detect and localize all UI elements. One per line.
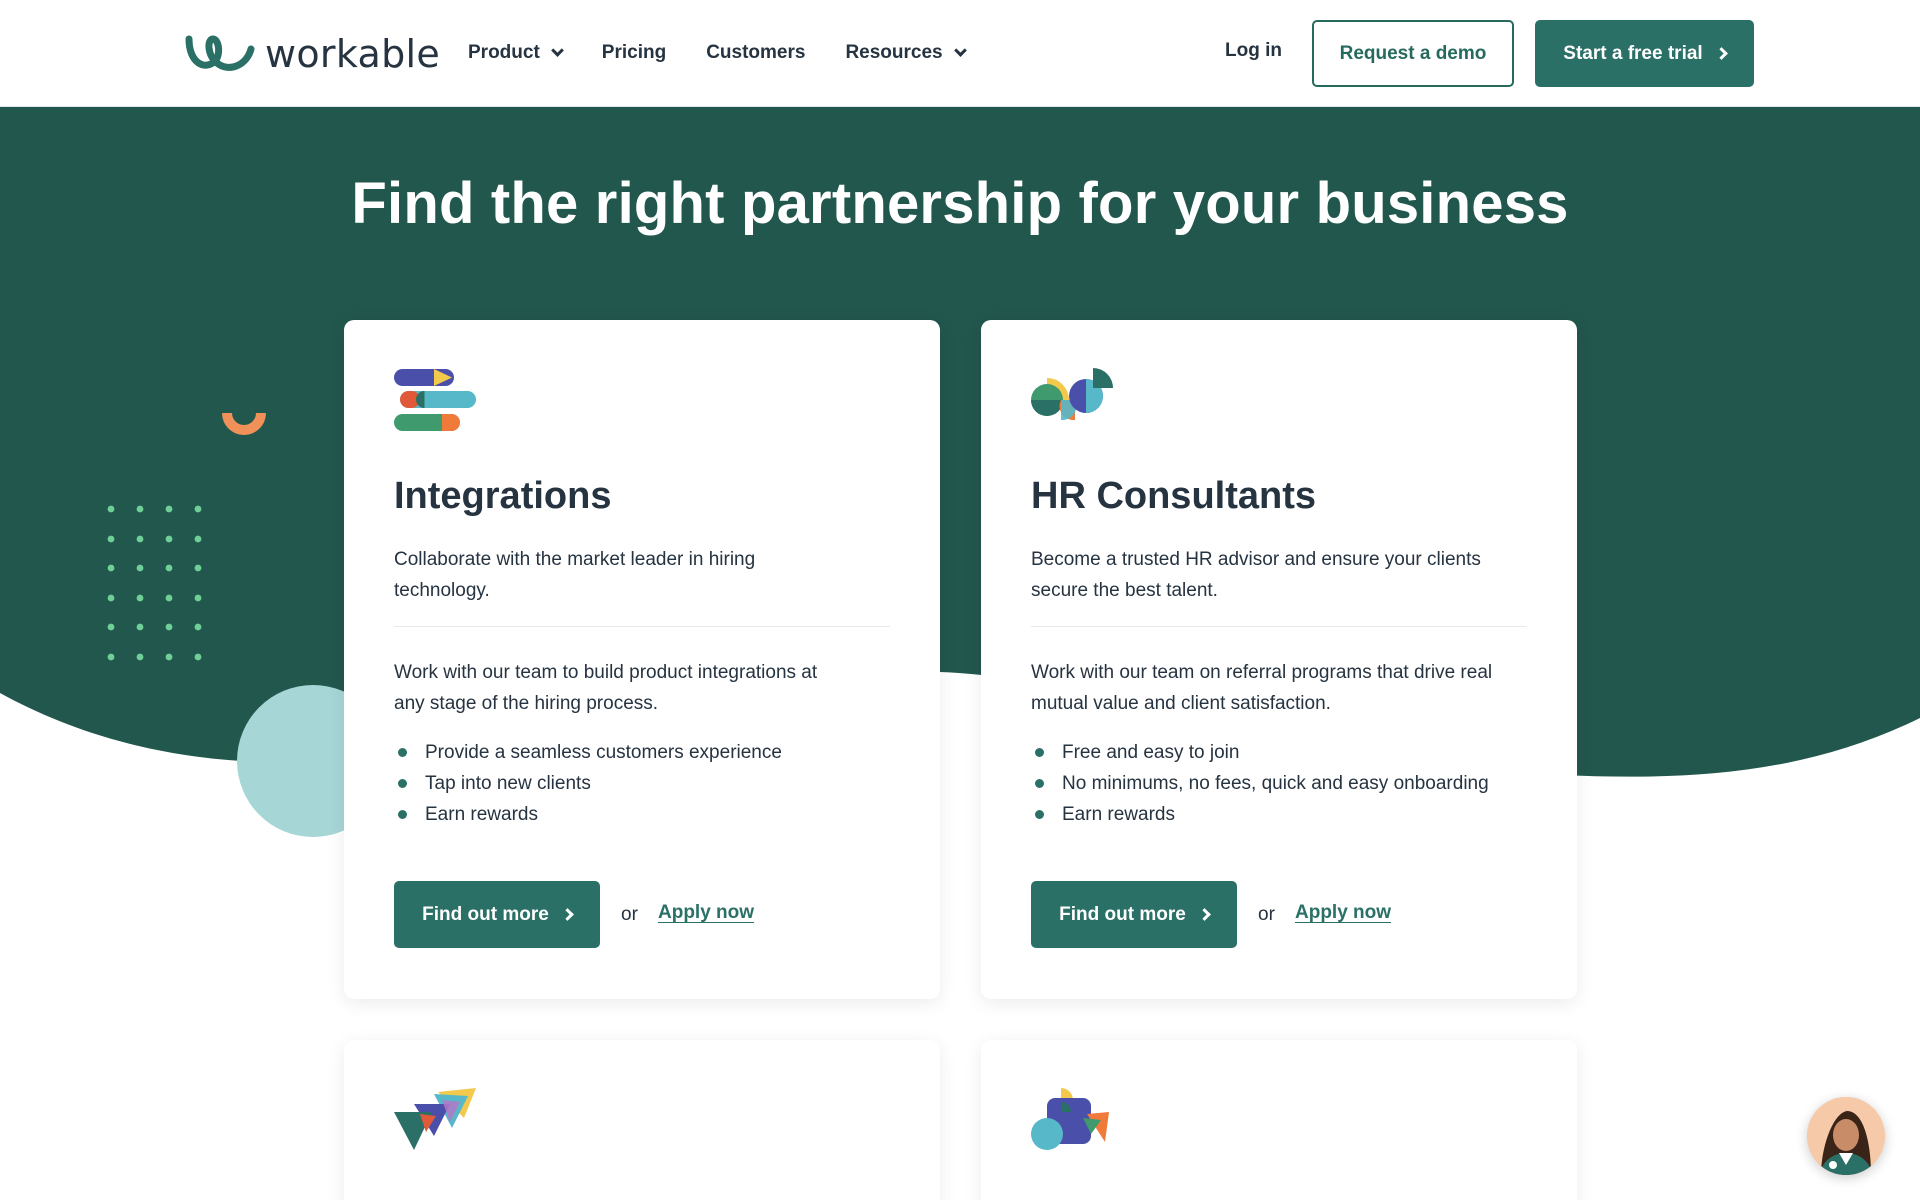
site-header: workable Product Pricing Customers Resou…: [0, 0, 1920, 107]
find-out-more-button[interactable]: Find out more: [1031, 881, 1237, 948]
partner-card-3: [344, 1040, 940, 1200]
list-item: No minimums, no fees, quick and easy onb…: [1031, 768, 1489, 799]
bullet-dot-icon: [1035, 748, 1044, 757]
card-body-text: Work with our team on referral programs …: [1031, 662, 1493, 714]
apply-now-link[interactable]: Apply now: [658, 902, 754, 924]
bullet-dot-icon: [398, 779, 407, 788]
card-divider: [394, 626, 890, 627]
card-body-text: Work with our team to build product inte…: [394, 662, 818, 714]
nav-resources[interactable]: Resources: [845, 38, 967, 68]
page-title: Find the right partnership for your busi…: [351, 171, 1569, 236]
card-subtitle: Collaborate with the market leader in hi…: [394, 549, 756, 601]
find-out-more-button[interactable]: Find out more: [394, 881, 600, 948]
chat-widget-button[interactable]: [1807, 1097, 1885, 1175]
list-item-text: No minimums, no fees, quick and easy onb…: [1062, 773, 1489, 794]
integrations-card: Integrations Collaborate with the market…: [344, 320, 940, 999]
list-item-text: Provide a seamless customers experience: [425, 742, 782, 763]
card-title: Integrations: [394, 475, 612, 517]
puzzle-icon: [1031, 1088, 1109, 1150]
chevron-down-icon: [550, 44, 564, 57]
nav-pricing[interactable]: Pricing: [602, 38, 666, 68]
request-demo-label: Request a demo: [1339, 42, 1487, 64]
apply-now-link[interactable]: Apply now: [1295, 902, 1391, 924]
login-link[interactable]: Log in: [1225, 40, 1282, 62]
nav-product[interactable]: Product: [468, 38, 564, 68]
nav-pricing-label: Pricing: [601, 42, 667, 63]
find-out-more-label: Find out more: [422, 903, 549, 925]
nav-customers-label: Customers: [706, 42, 806, 63]
teal-circle-decoration: [237, 685, 347, 837]
hr-consultants-card: HR Consultants Become a trusted HR advis…: [981, 320, 1577, 999]
chevron-right-icon: [1714, 47, 1728, 60]
or-text: or: [1258, 904, 1275, 925]
logo-wordmark: workable: [265, 32, 441, 76]
nav-product-label: Product: [468, 42, 540, 63]
chevron-right-icon: [1197, 908, 1211, 921]
list-item: Free and easy to join: [1031, 737, 1489, 768]
chat-avatar-icon: [1807, 1097, 1885, 1175]
list-item: Earn rewards: [1031, 799, 1489, 830]
card-bullet-list: Provide a seamless customers experience …: [394, 737, 782, 830]
list-item: Tap into new clients: [394, 768, 782, 799]
dots-grid-decoration: [107, 505, 202, 661]
chevron-right-icon: [560, 908, 574, 921]
card-title: HR Consultants: [1031, 475, 1316, 517]
request-demo-button[interactable]: Request a demo: [1312, 20, 1514, 87]
workable-logo-icon: [185, 35, 255, 71]
start-trial-label: Start a free trial: [1563, 42, 1703, 64]
list-item-text: Earn rewards: [1062, 804, 1175, 825]
nav-resources-label: Resources: [845, 42, 943, 63]
workable-logo[interactable]: workable: [185, 31, 440, 77]
integrations-icon: [394, 369, 476, 431]
list-item-text: Free and easy to join: [1062, 742, 1240, 763]
list-item: Provide a seamless customers experience: [394, 737, 782, 768]
triangles-icon: [394, 1088, 476, 1150]
or-text: or: [621, 904, 638, 925]
bullet-dot-icon: [1035, 779, 1044, 788]
chevron-down-icon: [953, 44, 967, 57]
list-item-text: Tap into new clients: [425, 773, 591, 794]
card-divider: [1031, 626, 1527, 627]
list-item: Earn rewards: [394, 799, 782, 830]
bullet-dot-icon: [1035, 810, 1044, 819]
card-bullet-list: Free and easy to join No minimums, no fe…: [1031, 737, 1489, 830]
bullet-dot-icon: [398, 748, 407, 757]
list-item-text: Earn rewards: [425, 804, 538, 825]
orange-half-circle-decoration: [222, 413, 266, 435]
start-trial-button[interactable]: Start a free trial: [1535, 20, 1754, 87]
hr-consultants-icon: [1031, 368, 1113, 421]
card-subtitle: Become a trusted HR advisor and ensure y…: [1031, 549, 1481, 601]
partner-card-4: [981, 1040, 1577, 1200]
bullet-dot-icon: [398, 810, 407, 819]
find-out-more-label: Find out more: [1059, 903, 1186, 925]
main-nav: Product Pricing Customers Resources: [468, 38, 1005, 68]
nav-customers[interactable]: Customers: [706, 38, 805, 68]
